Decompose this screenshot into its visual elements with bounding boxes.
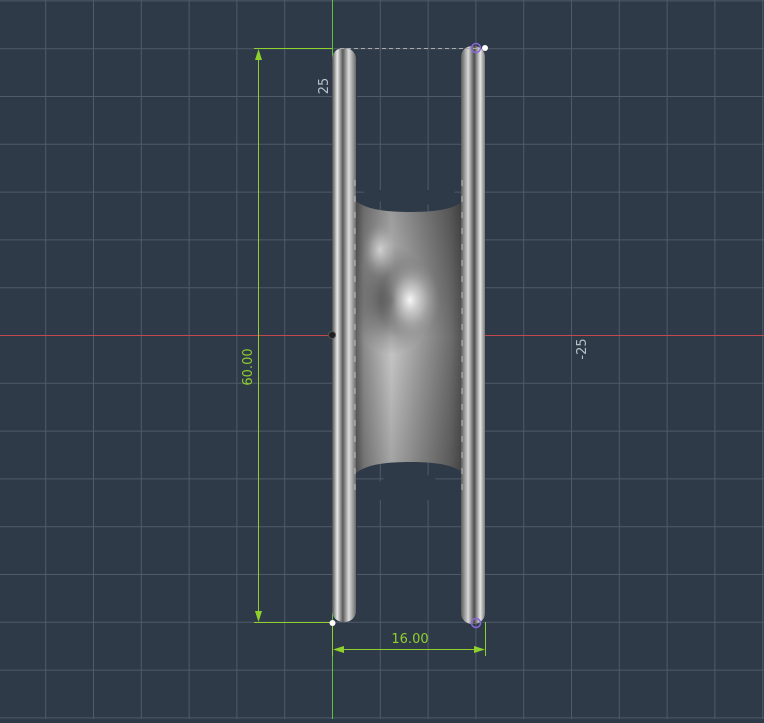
lower-groove xyxy=(356,472,462,614)
pulley-highlight-upper xyxy=(362,222,398,278)
grid-label-right: -25 xyxy=(575,338,590,359)
height-dimension-label[interactable]: 60.00 xyxy=(241,348,256,385)
origin-point[interactable] xyxy=(328,331,336,339)
sketch-point-top-right-end[interactable] xyxy=(482,45,488,51)
viewport-canvas[interactable]: 60.00 16.00 25 -25 xyxy=(0,0,764,719)
pulley-wheel-model[interactable] xyxy=(332,46,485,624)
right-flange xyxy=(461,46,485,624)
sketch-point-bottom-left[interactable] xyxy=(329,620,336,626)
width-dimension-label[interactable]: 16.00 xyxy=(391,632,428,647)
cad-viewport[interactable]: 60.00 16.00 25 -25 xyxy=(0,0,764,719)
grid-label-top: 25 xyxy=(317,78,332,95)
upper-groove xyxy=(356,60,462,206)
